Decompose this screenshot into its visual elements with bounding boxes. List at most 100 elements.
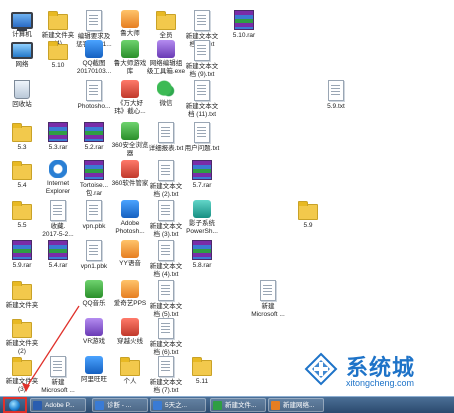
taskbar-task-2[interactable]: 诊断 - ... — [92, 398, 148, 412]
desktop-icon-qq音乐[interactable]: QQ音乐 — [74, 280, 114, 308]
desktop-icon-网络编辑组-级工具箱-exe[interactable]: 网络编辑组 级工具箱.exe — [146, 40, 186, 76]
app-icon — [121, 318, 139, 336]
desktop-icon-label: 5.8.rar — [192, 262, 212, 269]
task-app-icon — [213, 401, 222, 410]
desktop-icon-5-8-rar[interactable]: 5.8.rar — [182, 240, 222, 270]
document-icon — [194, 122, 210, 143]
desktop-icon-回收站[interactable]: 回收站 — [2, 80, 42, 109]
desktop-icon-全员[interactable]: 全员 — [146, 10, 186, 40]
desktop-icon-新建文件夹-3[interactable]: 新建文件夹 (3) — [2, 356, 42, 394]
desktop-icon-label: 鲁大师 — [120, 30, 140, 37]
desktop-icon-新建文本文-档-6-txt[interactable]: 新建文本文 档 (6).txt — [146, 318, 186, 357]
desktop-icon-5-5[interactable]: 5.5 — [2, 200, 42, 230]
desktop-icon-鲁大师[interactable]: 鲁大师 — [110, 10, 150, 38]
desktop-icon-微信[interactable]: 微信 — [146, 80, 186, 108]
desktop-icon-新建文本文-档-5-txt[interactable]: 新建文本文 档 (5).txt — [146, 280, 186, 319]
desktop-icon-360软件管家[interactable]: 360软件管家 — [110, 160, 150, 188]
taskbar-task-4[interactable]: 新建文件... — [210, 398, 266, 412]
desktop-icon-用户问题-txt[interactable]: 用户问题.txt — [182, 122, 222, 153]
task-app-icon — [95, 401, 104, 410]
desktop-icon-爱奇艺pps[interactable]: 爱奇艺PPS — [110, 280, 150, 308]
desktop-icon-5-11[interactable]: 5.11 — [182, 356, 222, 386]
start-button[interactable] — [3, 397, 27, 413]
desktop-icon-万大好-玮-截心[interactable]: 《万大好 玮》截心... — [110, 80, 150, 116]
desktop-icon-vpn-pbk[interactable]: vpn.pbk — [74, 200, 114, 231]
desktop-icon-label: Internet Explorer — [45, 180, 71, 195]
desktop-icon-label: 新建文件夹 (2) — [5, 340, 39, 355]
taskbar-task-3[interactable]: 5天之... — [150, 398, 206, 412]
app-icon — [85, 40, 103, 58]
desktop-icon-yy语音[interactable]: YY语音 — [110, 240, 150, 268]
desktop-icon-新建文件夹-2[interactable]: 新建文件夹 (2) — [2, 318, 42, 356]
desktop-icon-label: 新建文本文 档 (11).txt — [185, 103, 219, 118]
desktop-icon-5-4-rar[interactable]: 5.4.rar — [38, 240, 78, 270]
desktop-icon-360安全浏览-器[interactable]: 360安全浏览 器 — [110, 122, 150, 158]
desktop-icon-5-10[interactable]: 5.10 — [38, 40, 78, 70]
desktop-icon-label: 网络 — [15, 61, 29, 68]
desktop-icon-鲁大师游戏-库[interactable]: 鲁大师游戏 库 — [110, 40, 150, 76]
taskbar-task-label: 诊断 - ... — [107, 402, 132, 409]
desktop-icon-新建-microsoft[interactable]: 新建 Microsoft ... — [38, 356, 78, 395]
desktop-icon-新建文本文-档-3-txt[interactable]: 新建文本文 档 (3).txt — [146, 200, 186, 239]
document-icon — [86, 200, 102, 221]
desktop-icon-vr游戏[interactable]: VR游戏 — [74, 318, 114, 346]
desktop-icon-5-3-rar[interactable]: 5.3.rar — [38, 122, 78, 152]
desktop-icon-收藏-2017-5-2[interactable]: 收藏. 2017-5-2... — [38, 200, 78, 239]
document-icon — [158, 122, 174, 143]
desktop-icon-label: 5.3 — [17, 144, 27, 151]
document-icon — [194, 10, 210, 31]
desktop-icon-internet-explorer[interactable]: Internet Explorer — [38, 160, 78, 196]
folder-icon — [12, 161, 32, 180]
document-icon — [194, 80, 210, 101]
app-icon — [193, 200, 211, 218]
desktop-icon-5-4[interactable]: 5.4 — [2, 160, 42, 190]
task-app-icon — [33, 401, 42, 410]
desktop-icon-穿越火线[interactable]: 穿越火线 — [110, 318, 150, 346]
desktop-icon-adobe-photosh[interactable]: Adobe Photosh... — [110, 200, 150, 236]
desktop-icon-个人[interactable]: 个人 — [110, 356, 150, 386]
desktop-icon-label: 用户问题.txt — [184, 145, 220, 152]
app-icon — [121, 80, 139, 98]
folder-icon — [12, 319, 32, 338]
desktop-icon-网络[interactable]: 网络 — [2, 40, 42, 69]
desktop-icon-5-9[interactable]: 5.9 — [288, 200, 328, 230]
desktop-icon-qq截图-20170103[interactable]: QQ截图 20170103... — [74, 40, 114, 76]
desktop-icon-photosho[interactable]: Photosho... — [74, 80, 114, 111]
desktop-icon-详细报表-txt[interactable]: 详细报表.txt — [146, 122, 186, 153]
desktop-icon-新建文本文-档-4-txt[interactable]: 新建文本文 档 (4).txt — [146, 240, 186, 279]
desktop-icon-label: QQ截图 20170103... — [76, 60, 112, 75]
desktop-icon-label: Photosho... — [77, 103, 111, 110]
taskbar-task-1[interactable]: Adobe P... — [30, 398, 86, 412]
desktop-icon-新建文件夹[interactable]: 新建文件夹 — [2, 280, 42, 310]
desktop-icon-计算机[interactable]: 计算机 — [2, 10, 42, 39]
desktop-icon-阿里旺旺[interactable]: 阿里旺旺 — [74, 356, 114, 384]
document-icon — [86, 240, 102, 261]
app-icon — [157, 80, 175, 98]
taskbar-task-5[interactable]: 新建网络... — [268, 398, 324, 412]
desktop-icon-新建文本文-档-2-txt[interactable]: 新建文本文 档 (2).txt — [146, 160, 186, 199]
desktop-icon-5-9-txt[interactable]: 5.9.txt — [316, 80, 356, 111]
desktop-icon-5-10-rar[interactable]: 5.10.rar — [224, 10, 264, 40]
desktop-icon-label: 鲁大师游戏 库 — [113, 60, 147, 75]
desktop-icon-5-9-rar[interactable]: 5.9.rar — [2, 240, 42, 270]
desktop-icon-label: 新建文本文 档 (5).txt — [149, 303, 183, 318]
desktop-icon-新建文本文-档-9-txt[interactable]: 新建文本文 档 (9).txt — [182, 40, 222, 79]
desktop-icon-新建文本文-档-7-txt[interactable]: 新建文本文 档 (7).txt — [146, 356, 186, 395]
task-app-icon — [153, 401, 162, 410]
desktop-icon-新建-microsoft[interactable]: 新建 Microsoft ... — [248, 280, 288, 319]
desktop-icon-5-2-rar[interactable]: 5.2.rar — [74, 122, 114, 152]
desktop-icon-label: 5.3.rar — [48, 144, 68, 151]
desktop-icon-影子系统-powersh[interactable]: 影子系统 PowerSh... — [182, 200, 222, 236]
document-icon — [86, 80, 102, 101]
taskbar-task-label: Adobe P... — [45, 402, 75, 409]
archive-icon — [84, 160, 104, 180]
desktop-icon-vpn1-pbk[interactable]: vpn1.pbk — [74, 240, 114, 271]
desktop-icon-tortoise-包-rar[interactable]: Tortoise... 包.rar — [74, 160, 114, 198]
taskbar-task-label: 新建网络... — [283, 402, 315, 409]
desktop-icon-新建文本文-档-11-txt[interactable]: 新建文本文 档 (11).txt — [182, 80, 222, 119]
desktop-icon-5-7-rar[interactable]: 5.7.rar — [182, 160, 222, 190]
desktop-icon-5-3[interactable]: 5.3 — [2, 122, 42, 152]
desktop-icon-label: 5.4 — [17, 182, 27, 189]
app-icon — [121, 10, 139, 28]
desktop-icon-label: 影子系统 PowerSh... — [186, 220, 218, 235]
